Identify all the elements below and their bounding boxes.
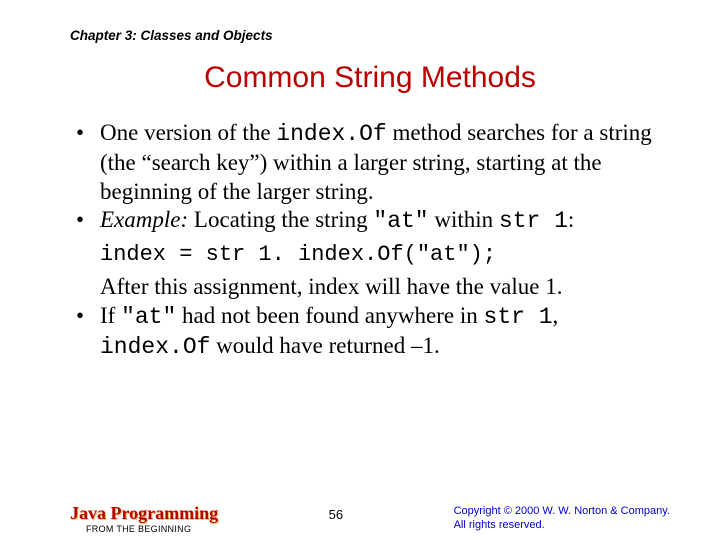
continuation-text: After this assignment, index will have t… <box>100 273 670 302</box>
text: had not been found anywhere in <box>176 303 483 328</box>
text: If <box>100 303 121 328</box>
example-label: Example: <box>100 207 188 232</box>
bullet-list-2: If "at" had not been found anywhere in s… <box>70 302 660 362</box>
text: Locating the string <box>188 207 373 232</box>
page-number: 56 <box>329 507 343 522</box>
code-inline: index.Of <box>276 121 386 147</box>
text: : <box>568 207 574 232</box>
code-line: index = str 1. index.Of("at"); <box>100 242 670 267</box>
brand-subtitle: FROM THE BEGINNING <box>86 524 218 534</box>
chapter-label: Chapter 3: Classes and Objects <box>70 28 670 43</box>
brand-title: Java Programming <box>70 503 218 524</box>
slide-title: Common String Methods <box>70 61 670 95</box>
copyright-line-2: All rights reserved. <box>454 519 670 533</box>
code-inline: "at" <box>121 304 176 330</box>
footer-brand: Java Programming FROM THE BEGINNING <box>70 503 218 534</box>
bullet-item-1: One version of the index.Of method searc… <box>70 119 660 206</box>
copyright: Copyright © 2000 W. W. Norton & Company.… <box>454 505 670 533</box>
code-inline: str 1 <box>499 208 568 234</box>
bullet-list: One version of the index.Of method searc… <box>70 119 660 236</box>
bullet-item-3: If "at" had not been found anywhere in s… <box>70 302 660 362</box>
text: would have returned –1. <box>210 333 439 358</box>
code-inline: "at" <box>373 208 428 234</box>
bullet-item-2: Example: Locating the string "at" within… <box>70 206 660 236</box>
text: , <box>553 303 559 328</box>
slide: Chapter 3: Classes and Objects Common St… <box>0 0 720 540</box>
code-inline: index.Of <box>100 334 210 360</box>
text: One version of the <box>100 120 276 145</box>
code-inline: str 1 <box>484 304 553 330</box>
footer: Java Programming FROM THE BEGINNING 56 C… <box>0 503 720 534</box>
text: within <box>429 207 499 232</box>
copyright-line-1: Copyright © 2000 W. W. Norton & Company. <box>454 505 670 519</box>
